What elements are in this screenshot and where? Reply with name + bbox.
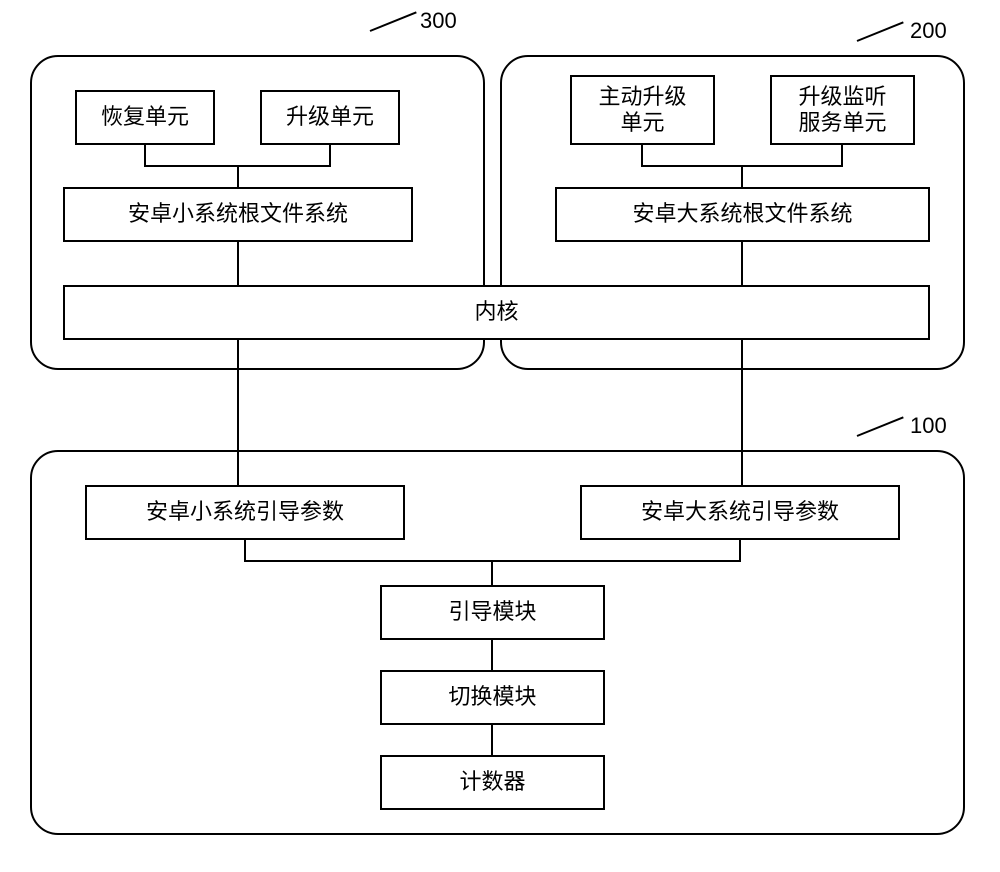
upgrade-unit-box: 升级单元 <box>260 90 400 145</box>
big-boot-params-box: 安卓大系统引导参数 <box>580 485 900 540</box>
counter-box: 计数器 <box>380 755 605 810</box>
kernel-box: 内核 <box>63 285 930 340</box>
upgrade-listen-unit-label: 升级监听 服务单元 <box>798 84 886 137</box>
kernel-label: 内核 <box>474 299 518 325</box>
recovery-unit-box: 恢复单元 <box>75 90 215 145</box>
small-boot-params-box: 安卓小系统引导参数 <box>85 485 405 540</box>
big-rootfs-box: 安卓大系统根文件系统 <box>555 187 930 242</box>
conn-boot-switch <box>491 640 493 670</box>
ref-label-200: 200 <box>910 18 947 44</box>
conn-200-right-v <box>841 145 843 167</box>
conn-300-mid-v <box>237 165 239 187</box>
conn-params-right-v <box>739 540 741 562</box>
small-boot-params-label: 安卓小系统引导参数 <box>146 499 344 525</box>
active-upgrade-unit-box: 主动升级 单元 <box>570 75 715 145</box>
conn-kernel-big-params <box>741 340 743 485</box>
conn-300-right-v <box>329 145 331 167</box>
ref-label-300: 300 <box>420 8 457 34</box>
boot-module-label: 引导模块 <box>448 599 536 625</box>
conn-300-left-v <box>144 145 146 167</box>
counter-label: 计数器 <box>459 769 525 795</box>
leader-300 <box>370 11 417 32</box>
conn-small-rootfs-kernel <box>237 242 239 285</box>
big-rootfs-label: 安卓大系统根文件系统 <box>632 201 852 227</box>
conn-200-left-v <box>641 145 643 167</box>
upgrade-unit-label: 升级单元 <box>286 104 374 130</box>
switch-module-label: 切换模块 <box>448 684 536 710</box>
conn-big-rootfs-kernel <box>741 242 743 285</box>
active-upgrade-unit-label: 主动升级 单元 <box>598 84 686 137</box>
ref-label-100: 100 <box>910 413 947 439</box>
recovery-unit-label: 恢复单元 <box>101 104 189 130</box>
small-rootfs-label: 安卓小系统根文件系统 <box>128 201 348 227</box>
small-rootfs-box: 安卓小系统根文件系统 <box>63 187 413 242</box>
leader-100 <box>857 416 904 437</box>
conn-params-left-v <box>244 540 246 562</box>
conn-params-mid-v <box>491 560 493 585</box>
conn-200-mid-v <box>741 165 743 187</box>
big-boot-params-label: 安卓大系统引导参数 <box>641 499 839 525</box>
upgrade-listen-unit-box: 升级监听 服务单元 <box>770 75 915 145</box>
conn-switch-counter <box>491 725 493 755</box>
leader-200 <box>857 21 904 42</box>
conn-kernel-small-params <box>237 340 239 485</box>
switch-module-box: 切换模块 <box>380 670 605 725</box>
boot-module-box: 引导模块 <box>380 585 605 640</box>
